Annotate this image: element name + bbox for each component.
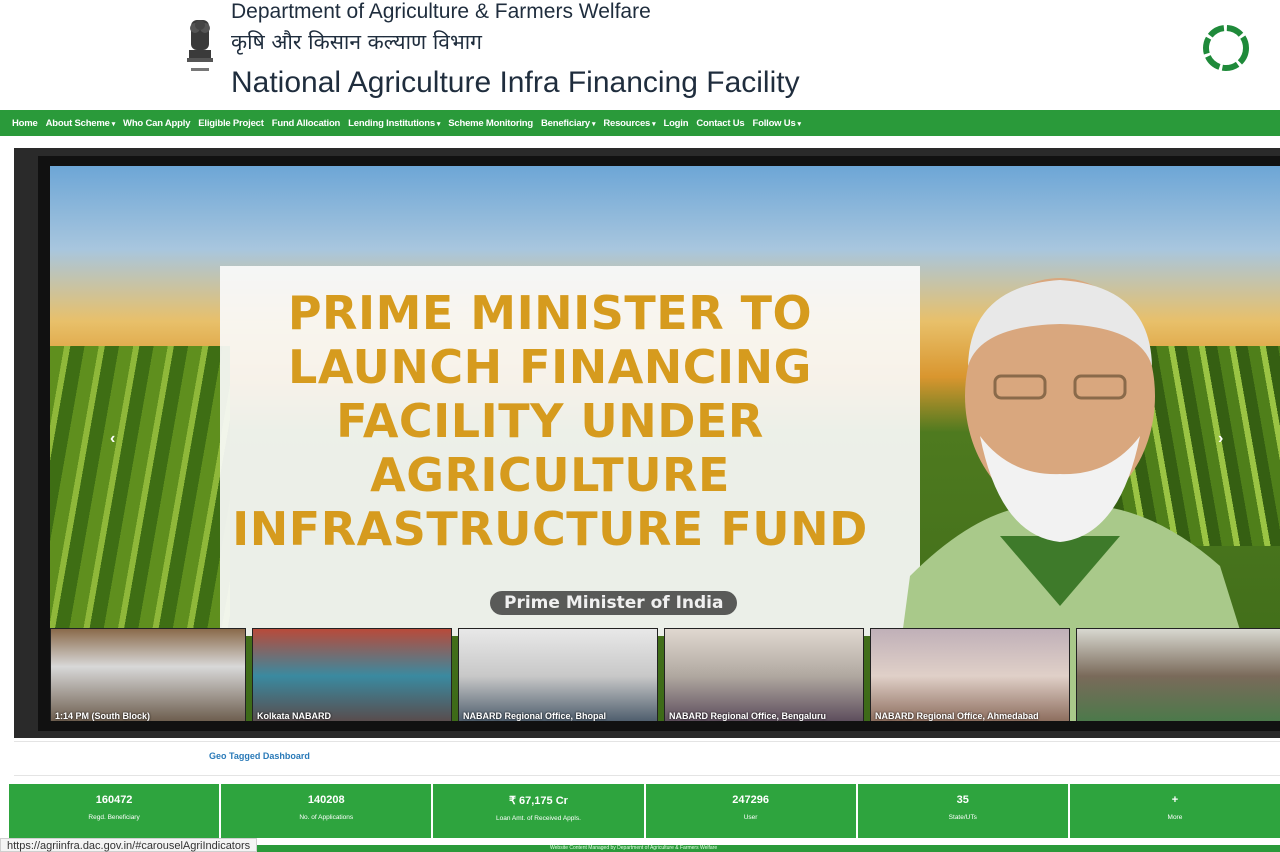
thumbnail-label: NABARD Regional Office, Bhopal	[463, 711, 607, 721]
nav-item-label: About Scheme	[45, 117, 110, 129]
stat-card[interactable]: + More	[1069, 784, 1280, 838]
carousel-prev-button[interactable]: ‹	[110, 430, 115, 448]
video-thumbnail: NABARD Regional Office, Ahmedabad	[870, 628, 1070, 721]
slide-caption: Prime Minister of India	[490, 591, 738, 615]
stat-label: Regd. Beneficiary	[88, 814, 140, 821]
video-thumbnail: NABARD Regional Office, Bengaluru	[664, 628, 864, 721]
nav-item-label: Beneficiary	[541, 117, 591, 129]
stat-value: 247296	[732, 794, 769, 806]
stat-card[interactable]: 140208 No. of Applications	[221, 784, 432, 838]
nav-item-label: Lending Institutions	[348, 117, 435, 129]
chevron-down-icon: ▾	[652, 120, 656, 128]
stat-label: No. of Applications	[299, 814, 354, 821]
nav-item-label: Scheme Monitoring	[448, 117, 533, 129]
nav-item-label: Contact Us	[696, 117, 745, 129]
chevron-down-icon: ▾	[797, 120, 802, 128]
nav-item-home[interactable]: Home	[12, 118, 38, 129]
geo-tagged-dashboard-link[interactable]: Geo Tagged Dashboard	[209, 751, 310, 761]
chevron-down-icon: ▾	[111, 120, 116, 128]
nav-item-label: Who Can Apply	[123, 117, 191, 129]
stat-card[interactable]: 160472 Regd. Beneficiary	[9, 784, 220, 838]
stat-value: +	[1171, 794, 1179, 806]
divider	[14, 775, 1280, 776]
stat-value: 140208	[307, 794, 345, 806]
department-name-english: Department of Agriculture & Farmers Welf…	[231, 0, 651, 23]
thumbnail-label: Kolkata NABARD	[257, 711, 332, 721]
national-emblem-icon	[187, 20, 213, 71]
nav-item-label: Login	[663, 117, 689, 129]
nav-item-eligible-project[interactable]: Eligible Project	[198, 117, 264, 129]
nav-item-lending-institutions[interactable]: Lending Institutions ▾	[348, 118, 440, 129]
video-thumbnail: NABARD Regional Office, Bhopal	[458, 628, 658, 721]
footer-text: Website Content Managed by Department of…	[550, 845, 718, 851]
stat-value: 160472	[95, 794, 133, 806]
thumbnail-label: NABARD Regional Office, Bengaluru	[669, 711, 827, 721]
stat-label: More	[1167, 814, 1183, 821]
indicator-stats: 160472 Regd. Beneficiary 140208 No. of Appl…	[9, 784, 1280, 838]
scheme-logo-icon[interactable]	[1202, 14, 1250, 82]
nav-item-label: Follow Us	[752, 117, 796, 129]
nav-item-resources[interactable]: Resources ▾	[603, 118, 655, 129]
nav-item-contact-us[interactable]: Contact Us	[696, 118, 744, 129]
nav-item-about-scheme[interactable]: About Scheme ▾	[45, 117, 116, 129]
slide-headline: PRIME MINISTER TO LAUNCH FINANCING FACIL…	[232, 286, 868, 556]
stat-label: User	[743, 814, 758, 821]
chevron-down-icon: ▾	[592, 120, 596, 128]
stat-card[interactable]: ₹ 67,175 Cr Loan Amt. of Received Appls.	[433, 784, 644, 838]
stat-value: ₹ 67,175 Cr	[508, 795, 568, 807]
chevron-down-icon: ▾	[436, 120, 441, 128]
nav-item-fund-allocation[interactable]: Fund Allocation	[271, 117, 341, 129]
nav-item-label: Fund Allocation	[271, 117, 341, 129]
page-title: National Agriculture Infra Financing Fac…	[231, 66, 800, 99]
video-thumbnail: 1:14 PM (South Block)	[50, 628, 246, 721]
video-thumbnail	[1076, 628, 1280, 721]
thumbnail-label: 1:14 PM (South Block)	[55, 711, 151, 721]
nav-item-label: Home	[12, 117, 38, 129]
department-name-hindi: कृषि और किसान कल्याण विभाग	[231, 30, 483, 54]
divider	[14, 741, 1280, 742]
video-thumbnail: Kolkata NABARD	[252, 628, 452, 721]
nav-item-follow-us[interactable]: Follow Us ▾	[752, 117, 802, 129]
site-header: Department of Agriculture & Farmers Welf…	[0, 0, 1280, 108]
browser-status-url: https://agriinfra.dac.gov.in/#carouselAg…	[0, 838, 258, 852]
stat-value: 35	[956, 794, 969, 806]
hero-carousel[interactable]: PRIME MINISTER TO LAUNCH FINANCING FACIL…	[14, 148, 1280, 738]
nav-item-scheme-monitoring[interactable]: Scheme Monitoring	[448, 118, 533, 129]
carousel-next-button[interactable]: ›	[1218, 430, 1223, 448]
thumbnail-label: NABARD Regional Office, Ahmedabad	[875, 711, 1039, 721]
stat-label: Loan Amt. of Received Appls.	[495, 815, 581, 822]
stat-card[interactable]: 247296 User	[645, 784, 856, 838]
nav-item-login[interactable]: Login	[663, 118, 688, 129]
stat-label: State/UTs	[948, 814, 977, 821]
nav-item-label: Eligible Project	[198, 117, 264, 129]
nav-item-who-can-apply[interactable]: Who Can Apply	[123, 118, 190, 129]
nav-item-beneficiary[interactable]: Beneficiary ▾	[541, 117, 596, 129]
carousel-slide: PRIME MINISTER TO LAUNCH FINANCING FACIL…	[50, 166, 1280, 721]
page: Department of Agriculture & Farmers Welf…	[0, 0, 1280, 852]
tv-frame: PRIME MINISTER TO LAUNCH FINANCING FACIL…	[38, 156, 1280, 731]
video-thumbnails: 1:14 PM (South Block) Kolkata NABARD NABAR…	[50, 628, 1280, 721]
main-nav: Home About Scheme ▾ Who Can Apply Eligible P…	[0, 110, 1280, 136]
stat-card[interactable]: 35 State/UTs	[857, 784, 1068, 838]
nav-item-label: Resources	[603, 117, 651, 129]
